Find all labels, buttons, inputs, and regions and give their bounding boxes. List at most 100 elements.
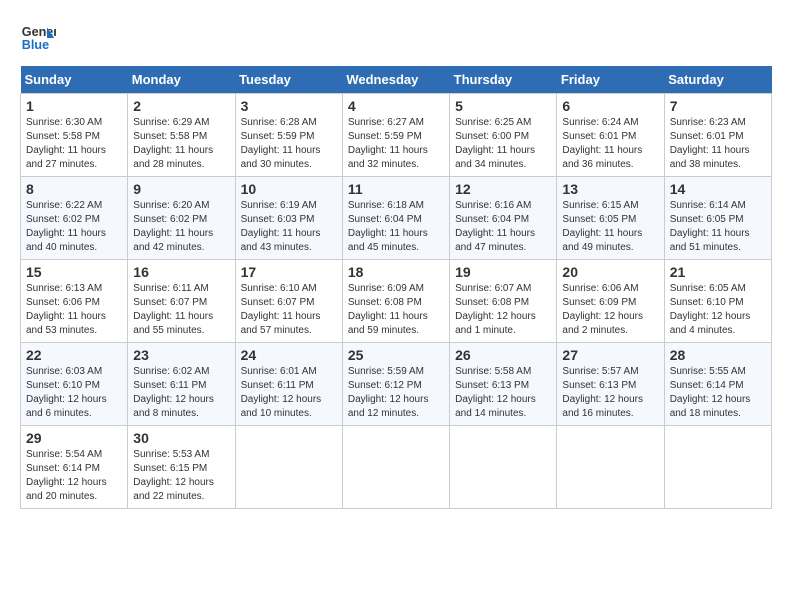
day-number: 14 [670,181,766,197]
day-number: 4 [348,98,444,114]
day-detail: Sunrise: 6:07 AMSunset: 6:08 PMDaylight:… [455,283,536,336]
logo: General Blue [20,20,56,56]
day-detail: Sunrise: 5:53 AMSunset: 6:15 PMDaylight:… [133,449,214,502]
day-number: 10 [241,181,337,197]
calendar-cell: 12 Sunrise: 6:16 AMSunset: 6:04 PMDaylig… [450,177,557,260]
weekday-header-tuesday: Tuesday [235,66,342,94]
calendar-cell: 22 Sunrise: 6:03 AMSunset: 6:10 PMDaylig… [21,343,128,426]
svg-text:Blue: Blue [22,38,49,52]
day-detail: Sunrise: 6:18 AMSunset: 6:04 PMDaylight:… [348,200,428,253]
calendar-cell: 9 Sunrise: 6:20 AMSunset: 6:02 PMDayligh… [128,177,235,260]
day-number: 25 [348,347,444,363]
calendar-cell: 16 Sunrise: 6:11 AMSunset: 6:07 PMDaylig… [128,260,235,343]
day-detail: Sunrise: 6:20 AMSunset: 6:02 PMDaylight:… [133,200,213,253]
calendar-cell: 24 Sunrise: 6:01 AMSunset: 6:11 PMDaylig… [235,343,342,426]
day-detail: Sunrise: 6:01 AMSunset: 6:11 PMDaylight:… [241,366,322,419]
calendar-cell: 29 Sunrise: 5:54 AMSunset: 6:14 PMDaylig… [21,426,128,509]
calendar-cell: 8 Sunrise: 6:22 AMSunset: 6:02 PMDayligh… [21,177,128,260]
day-number: 17 [241,264,337,280]
calendar-cell [664,426,771,509]
calendar-cell: 14 Sunrise: 6:14 AMSunset: 6:05 PMDaylig… [664,177,771,260]
calendar-cell: 30 Sunrise: 5:53 AMSunset: 6:15 PMDaylig… [128,426,235,509]
day-number: 13 [562,181,658,197]
day-detail: Sunrise: 6:05 AMSunset: 6:10 PMDaylight:… [670,283,751,336]
day-detail: Sunrise: 6:06 AMSunset: 6:09 PMDaylight:… [562,283,643,336]
day-detail: Sunrise: 5:54 AMSunset: 6:14 PMDaylight:… [26,449,107,502]
day-number: 30 [133,430,229,446]
day-number: 11 [348,181,444,197]
day-number: 8 [26,181,122,197]
calendar-week-5: 29 Sunrise: 5:54 AMSunset: 6:14 PMDaylig… [21,426,772,509]
calendar-cell: 28 Sunrise: 5:55 AMSunset: 6:14 PMDaylig… [664,343,771,426]
calendar-cell: 6 Sunrise: 6:24 AMSunset: 6:01 PMDayligh… [557,94,664,177]
calendar-cell: 2 Sunrise: 6:29 AMSunset: 5:58 PMDayligh… [128,94,235,177]
day-number: 6 [562,98,658,114]
day-number: 23 [133,347,229,363]
day-number: 16 [133,264,229,280]
day-number: 18 [348,264,444,280]
calendar-cell [235,426,342,509]
day-number: 28 [670,347,766,363]
calendar-cell: 5 Sunrise: 6:25 AMSunset: 6:00 PMDayligh… [450,94,557,177]
calendar-week-3: 15 Sunrise: 6:13 AMSunset: 6:06 PMDaylig… [21,260,772,343]
day-detail: Sunrise: 6:19 AMSunset: 6:03 PMDaylight:… [241,200,321,253]
day-detail: Sunrise: 6:14 AMSunset: 6:05 PMDaylight:… [670,200,750,253]
day-detail: Sunrise: 6:10 AMSunset: 6:07 PMDaylight:… [241,283,321,336]
calendar-cell: 1 Sunrise: 6:30 AMSunset: 5:58 PMDayligh… [21,94,128,177]
day-detail: Sunrise: 6:13 AMSunset: 6:06 PMDaylight:… [26,283,106,336]
calendar-cell: 13 Sunrise: 6:15 AMSunset: 6:05 PMDaylig… [557,177,664,260]
day-detail: Sunrise: 5:58 AMSunset: 6:13 PMDaylight:… [455,366,536,419]
calendar-cell: 18 Sunrise: 6:09 AMSunset: 6:08 PMDaylig… [342,260,449,343]
calendar-cell [557,426,664,509]
day-number: 1 [26,98,122,114]
day-number: 5 [455,98,551,114]
calendar-week-4: 22 Sunrise: 6:03 AMSunset: 6:10 PMDaylig… [21,343,772,426]
day-number: 20 [562,264,658,280]
day-detail: Sunrise: 6:23 AMSunset: 6:01 PMDaylight:… [670,117,750,170]
day-number: 24 [241,347,337,363]
day-detail: Sunrise: 6:16 AMSunset: 6:04 PMDaylight:… [455,200,535,253]
day-number: 9 [133,181,229,197]
weekday-header-monday: Monday [128,66,235,94]
calendar-header: SundayMondayTuesdayWednesdayThursdayFrid… [21,66,772,94]
day-detail: Sunrise: 5:57 AMSunset: 6:13 PMDaylight:… [562,366,643,419]
day-number: 29 [26,430,122,446]
calendar-cell: 19 Sunrise: 6:07 AMSunset: 6:08 PMDaylig… [450,260,557,343]
day-number: 12 [455,181,551,197]
calendar-cell: 11 Sunrise: 6:18 AMSunset: 6:04 PMDaylig… [342,177,449,260]
calendar-body: 1 Sunrise: 6:30 AMSunset: 5:58 PMDayligh… [21,94,772,509]
calendar-week-1: 1 Sunrise: 6:30 AMSunset: 5:58 PMDayligh… [21,94,772,177]
day-detail: Sunrise: 6:11 AMSunset: 6:07 PMDaylight:… [133,283,213,336]
calendar-cell: 4 Sunrise: 6:27 AMSunset: 5:59 PMDayligh… [342,94,449,177]
day-number: 27 [562,347,658,363]
weekday-header-saturday: Saturday [664,66,771,94]
calendar-cell [450,426,557,509]
page-header: General Blue [20,20,772,56]
calendar-cell: 20 Sunrise: 6:06 AMSunset: 6:09 PMDaylig… [557,260,664,343]
calendar-table: SundayMondayTuesdayWednesdayThursdayFrid… [20,66,772,509]
day-number: 22 [26,347,122,363]
calendar-cell: 7 Sunrise: 6:23 AMSunset: 6:01 PMDayligh… [664,94,771,177]
calendar-cell: 21 Sunrise: 6:05 AMSunset: 6:10 PMDaylig… [664,260,771,343]
day-number: 2 [133,98,229,114]
day-detail: Sunrise: 6:29 AMSunset: 5:58 PMDaylight:… [133,117,213,170]
calendar-week-2: 8 Sunrise: 6:22 AMSunset: 6:02 PMDayligh… [21,177,772,260]
day-detail: Sunrise: 6:30 AMSunset: 5:58 PMDaylight:… [26,117,106,170]
day-detail: Sunrise: 6:09 AMSunset: 6:08 PMDaylight:… [348,283,428,336]
day-detail: Sunrise: 5:55 AMSunset: 6:14 PMDaylight:… [670,366,751,419]
day-detail: Sunrise: 6:28 AMSunset: 5:59 PMDaylight:… [241,117,321,170]
weekday-header-friday: Friday [557,66,664,94]
calendar-cell: 17 Sunrise: 6:10 AMSunset: 6:07 PMDaylig… [235,260,342,343]
logo-icon: General Blue [20,20,56,56]
day-number: 19 [455,264,551,280]
day-detail: Sunrise: 6:27 AMSunset: 5:59 PMDaylight:… [348,117,428,170]
day-detail: Sunrise: 6:03 AMSunset: 6:10 PMDaylight:… [26,366,107,419]
calendar-cell: 25 Sunrise: 5:59 AMSunset: 6:12 PMDaylig… [342,343,449,426]
calendar-cell: 15 Sunrise: 6:13 AMSunset: 6:06 PMDaylig… [21,260,128,343]
day-detail: Sunrise: 6:22 AMSunset: 6:02 PMDaylight:… [26,200,106,253]
day-number: 26 [455,347,551,363]
day-detail: Sunrise: 6:15 AMSunset: 6:05 PMDaylight:… [562,200,642,253]
calendar-cell: 3 Sunrise: 6:28 AMSunset: 5:59 PMDayligh… [235,94,342,177]
weekday-header-sunday: Sunday [21,66,128,94]
day-number: 15 [26,264,122,280]
